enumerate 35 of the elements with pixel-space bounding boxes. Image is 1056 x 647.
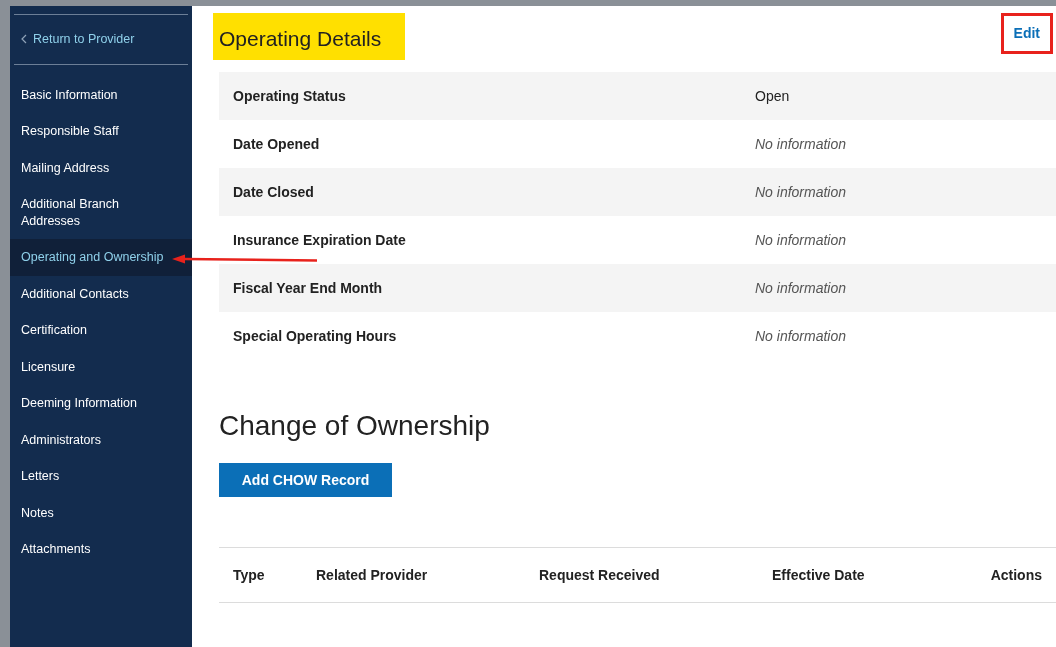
- section-title: Operating Details: [213, 13, 405, 60]
- sidebar-item[interactable]: Administrators: [10, 421, 192, 459]
- detail-value: No information: [755, 182, 847, 202]
- sidebar-item[interactable]: Licensure: [10, 348, 192, 386]
- detail-value: Open: [755, 86, 790, 106]
- detail-label: Operating Status: [233, 86, 347, 106]
- detail-label: Special Operating Hours: [233, 326, 398, 346]
- sidebar-item[interactable]: Basic Information: [10, 76, 192, 114]
- sidebar-item[interactable]: Responsible Staff: [10, 113, 192, 150]
- detail-value: No information: [755, 278, 847, 298]
- sidebar-item[interactable]: Letters: [10, 458, 192, 495]
- sidebar-item[interactable]: Additional Branch Addresses: [10, 186, 192, 240]
- detail-value: No information: [755, 230, 847, 250]
- return-link[interactable]: Return to Provider: [21, 30, 135, 49]
- detail-label: Date Opened: [233, 134, 321, 154]
- column-header: Request Received: [539, 565, 661, 585]
- sidebar-item[interactable]: Operating and Ownership: [10, 239, 192, 276]
- detail-value: No information: [755, 326, 847, 346]
- sidebar-item[interactable]: Notes: [10, 494, 192, 532]
- column-header: Type: [233, 565, 266, 585]
- add-chow-button[interactable]: Add CHOW Record: [219, 463, 392, 497]
- section-heading: Change of Ownership: [219, 409, 491, 443]
- edit-link[interactable]: Edit: [1000, 13, 1053, 54]
- column-header: Effective Date: [772, 565, 866, 585]
- detail-label: Insurance Expiration Date: [233, 230, 407, 250]
- column-header: Actions: [990, 565, 1042, 585]
- sidebar-item[interactable]: Certification: [10, 312, 192, 349]
- detail-label: Fiscal Year End Month: [233, 278, 384, 298]
- sidebar-item[interactable]: Deeming Information: [10, 385, 192, 422]
- sidebar-item[interactable]: Attachments: [10, 531, 192, 568]
- sidebar-item[interactable]: Additional Contacts: [10, 275, 192, 313]
- detail-label: Date Closed: [233, 182, 315, 202]
- column-header: Related Provider: [316, 565, 429, 585]
- detail-value: No information: [755, 134, 847, 154]
- sidebar-item[interactable]: Mailing Address: [10, 149, 192, 187]
